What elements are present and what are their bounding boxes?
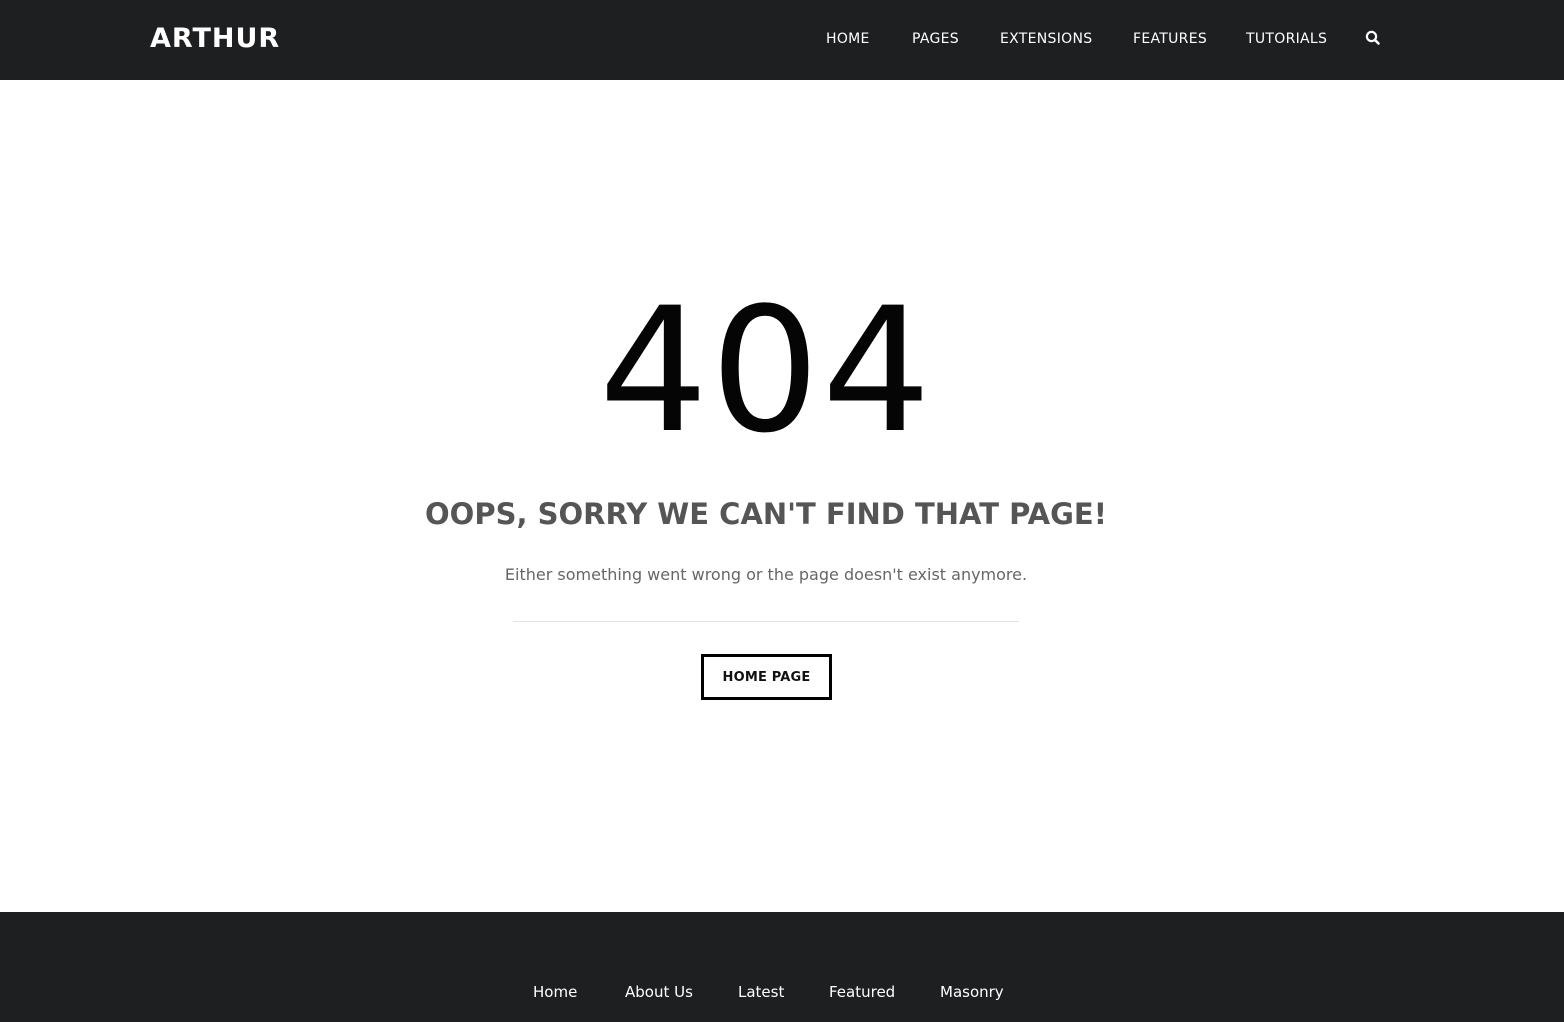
divider: [513, 621, 1019, 622]
footer: Home About Us Latest Featured Masonry: [0, 912, 1564, 1022]
home-page-button[interactable]: HOME PAGE: [701, 654, 832, 700]
nav-item-features[interactable]: FEATURES: [1133, 29, 1207, 49]
footer-link-about-us[interactable]: About Us: [625, 982, 693, 1002]
search-icon: [1365, 30, 1380, 45]
nav-item-pages[interactable]: PAGES: [912, 29, 959, 49]
search-button[interactable]: [1364, 29, 1382, 47]
top-navbar: ARTHUR HOME PAGES EXTENSIONS FEATURES TU…: [0, 0, 1564, 80]
site-logo[interactable]: ARTHUR: [150, 22, 280, 56]
footer-link-masonry[interactable]: Masonry: [940, 982, 1004, 1002]
footer-link-home[interactable]: Home: [533, 982, 577, 1002]
footer-link-latest[interactable]: Latest: [738, 982, 784, 1002]
error-code: 404: [598, 270, 934, 471]
nav-item-home[interactable]: HOME: [826, 29, 870, 49]
error-message: Either something went wrong or the page …: [504, 565, 1028, 584]
footer-link-featured[interactable]: Featured: [829, 982, 895, 1002]
page: ARTHUR HOME PAGES EXTENSIONS FEATURES TU…: [0, 0, 1564, 1022]
error-headline: OOPS, SORRY WE CAN'T FIND THAT PAGE!: [425, 497, 1107, 531]
nav-item-tutorials[interactable]: TUTORIALS: [1246, 29, 1327, 49]
nav-item-extensions[interactable]: EXTENSIONS: [1000, 29, 1092, 49]
